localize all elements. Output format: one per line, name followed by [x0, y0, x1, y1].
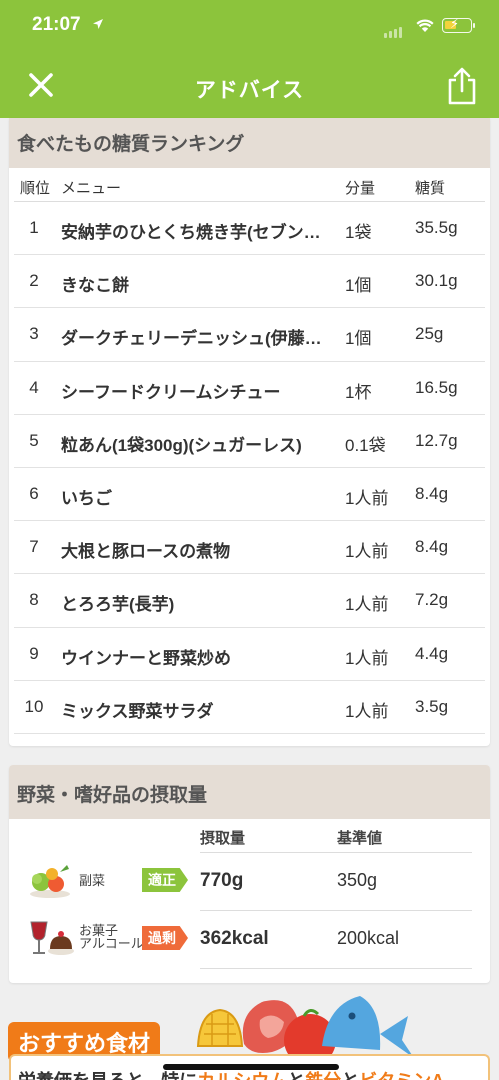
page-title: アドバイス	[194, 79, 305, 102]
header-intake: 摂取量	[200, 830, 246, 847]
menu-amount: 1人前	[345, 542, 389, 562]
header-rank: 順位	[20, 180, 51, 197]
rank-number: 2	[29, 271, 39, 291]
menu-name: いちご	[61, 488, 112, 508]
ranking-row: 8 とろろ芋(長芋) 1人前 7.2g	[14, 574, 485, 628]
intake-label-sweets-alcohol: お菓子 アルコール	[79, 923, 144, 951]
menu-name: ミックス野菜サラダ	[61, 701, 214, 721]
header-amount: 分量	[345, 180, 376, 197]
ranking-rows: 1 安納芋のひとくち焼き芋(セブンイレブン) 1袋 35.5g 2 きなこ餅 1個 30.1g…	[9, 202, 490, 734]
nutrient-link-iron[interactable]: 鉄分	[305, 1071, 341, 1080]
sugar-value: 30.1g	[415, 271, 458, 291]
menu-amount: 1人前	[345, 701, 389, 721]
header-standard: 基準値	[337, 830, 383, 847]
menu-amount: 1杯	[345, 382, 372, 402]
intake-table-bottom	[9, 968, 490, 978]
ranking-row: 5 粒あん(1袋300g)(シュガーレス) 0.1袋 12.7g	[14, 415, 485, 468]
sugar-value: 3.5g	[415, 696, 449, 716]
menu-amount: 1個	[345, 329, 372, 349]
cellular-signal-icon	[384, 20, 404, 38]
menu-name: 大根と豚ロースの煮物	[61, 542, 231, 562]
intake-row-side-dish: 副菜 適正 770g 350g	[9, 852, 490, 910]
sugar-value: 7.2g	[415, 590, 449, 610]
sugar-value: 8.4g	[415, 483, 449, 503]
sugar-ranking-card: 食べたもの糖質ランキング 順位 メニュー 分量 糖質 1 安納芋のひとくち焼き芋(…	[9, 118, 490, 746]
ranking-row: 2 きなこ餅 1個 30.1g	[14, 255, 485, 309]
rank-number: 4	[29, 377, 39, 397]
ranking-row: 9 ウインナーと野菜炒め 1人前 4.4g	[14, 628, 485, 681]
row-divider	[200, 910, 472, 911]
rank-number: 1	[29, 218, 39, 237]
ranking-row: 4 シーフードクリームシチュー 1杯 16.5g	[14, 362, 485, 415]
intake-value-sweets-alcohol: 362kcal	[200, 928, 269, 949]
navbar: アドバイス	[0, 52, 499, 118]
sweets-alcohol-icon	[30, 921, 74, 955]
intake-label-side-dish: 副菜	[79, 873, 106, 888]
menu-name: 粒あん(1袋300g)(シュガーレス)	[61, 435, 302, 455]
rank-number: 10	[24, 696, 44, 716]
status-time: 21:07	[32, 14, 81, 35]
ranking-row: 7 大根と豚ロースの煮物 1人前 8.4g	[14, 521, 485, 575]
battery-tip	[473, 23, 475, 28]
location-arrow-icon	[93, 19, 103, 29]
standard-value-sweets-alcohol: 200kcal	[337, 928, 400, 948]
menu-name: とろろ芋(長芋)	[61, 595, 175, 615]
vegetables-icon	[30, 865, 70, 898]
sugar-value: 8.4g	[415, 537, 449, 557]
battery-icon: ⚡	[442, 16, 472, 33]
share-icon[interactable]	[444, 66, 480, 106]
menu-name: ウインナーと野菜炒め	[61, 648, 231, 668]
sugar-ranking-title: 食べたもの糖質ランキング	[9, 118, 490, 168]
rank-number: 9	[29, 643, 39, 663]
status-bar: 21:07 ⚡	[0, 0, 499, 52]
ranking-row: 1 安納芋のひとくち焼き芋(セブンイレブン) 1袋 35.5g	[14, 202, 485, 256]
header-sugar: 糖質	[415, 180, 446, 197]
sugar-value: 12.7g	[415, 430, 458, 450]
wifi-icon	[416, 19, 434, 32]
menu-amount: 1人前	[345, 595, 389, 615]
standard-value-side-dish: 350g	[337, 870, 378, 890]
menu-amount: 1袋	[345, 223, 372, 242]
rank-number: 5	[29, 430, 39, 450]
row-divider	[200, 852, 472, 853]
header-menu: メニュー	[61, 180, 122, 197]
status-badge-excess: 過剰	[142, 926, 188, 950]
rank-number: 6	[29, 483, 39, 503]
sugar-value: 25g	[415, 324, 444, 344]
home-indicator[interactable]	[163, 1064, 339, 1070]
nutrient-link-vitamin-a[interactable]: ビタミンA	[359, 1071, 444, 1080]
rank-number: 3	[29, 324, 39, 344]
status-badge-appropriate: 適正	[142, 868, 188, 892]
sugar-value: 16.5g	[415, 377, 458, 397]
row-divider	[200, 968, 472, 969]
nutrient-link-calcium[interactable]: カルシウム	[197, 1071, 287, 1080]
intake-row-sweets-alcohol: お菓子 アルコール 過剰 362kcal 200kcal	[9, 910, 490, 968]
intake-value-side-dish: 770g	[200, 870, 244, 891]
intake-card: 野菜・嗜好品の摂取量 摂取量 基準値 副菜 適正 770g 350g お菓子 ア…	[9, 765, 490, 983]
sugar-value: 4.4g	[415, 643, 449, 663]
menu-amount: 1個	[345, 276, 372, 296]
rank-number: 7	[29, 537, 39, 557]
ranking-row: 10 ミックス野菜サラダ 1人前 3.5g	[14, 681, 485, 734]
ranking-table-header: 順位 メニュー 分量 糖質	[14, 168, 485, 202]
rec-text-3: と	[341, 1071, 359, 1080]
menu-amount: 0.1袋	[345, 435, 386, 455]
menu-amount: 1人前	[345, 488, 389, 508]
rank-number: 8	[29, 590, 39, 610]
intake-table-header: 摂取量 基準値	[9, 819, 490, 852]
sugar-value: 35.5g	[415, 218, 458, 237]
menu-name: ダークチェリーデニッシュ(伊藤製パン)	[61, 329, 336, 349]
ranking-row: 3 ダークチェリーデニッシュ(伊藤製パン) 1個 25g	[14, 308, 485, 362]
rec-text-2: と	[287, 1071, 305, 1080]
intake-title: 野菜・嗜好品の摂取量	[9, 765, 490, 819]
ranking-row: 6 いちご 1人前 8.4g	[14, 468, 485, 522]
menu-name: シーフードクリームシチュー	[61, 382, 281, 402]
menu-amount: 1人前	[345, 648, 389, 668]
menu-name: きなこ餅	[61, 276, 129, 296]
rec-text-1: 栄養価を見ると、特に	[18, 1071, 197, 1080]
menu-name: 安納芋のひとくち焼き芋(セブンイレブン)	[61, 223, 336, 242]
